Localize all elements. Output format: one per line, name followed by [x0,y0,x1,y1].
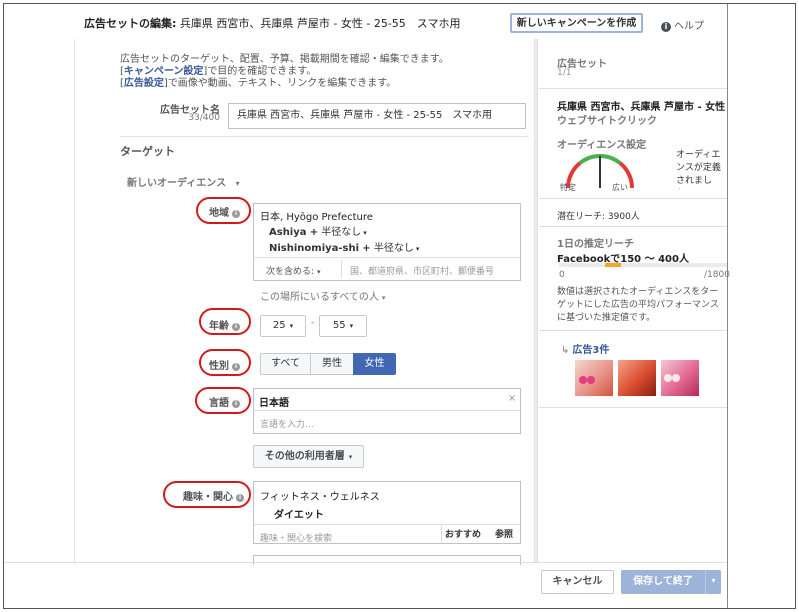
help-label: ヘルプ [674,21,704,32]
description-line1: 広告セットのターゲット、配置、予算、掲載期間を確認・編集できます。 [120,54,449,65]
caret-down-icon: ▾ [289,322,294,330]
daily-reach-bar [559,263,727,267]
age-label: 年齢 i [200,317,240,332]
gender-label: 性別 i [200,357,240,372]
location-country: 日本, Hyōgo Prefecture [260,212,373,223]
suggest-button[interactable]: おすすめ [445,527,481,540]
caret-down-icon: ▾ [349,322,354,330]
info-icon: i [232,400,240,408]
caret-down-icon: ▾ [363,229,367,237]
browse-button[interactable]: 参照 [495,527,513,540]
gauge-left-label: 特定 [560,183,576,192]
ad-thumbnail[interactable] [575,360,613,396]
target-section-title: ターゲット [120,145,175,158]
interest-category: フィットネス・ウェルネス [260,492,380,503]
location-label: 地域 i [200,204,240,219]
info-icon: i [232,363,240,371]
adset-name-count: 33/400 [188,113,220,123]
window-edge [727,4,728,608]
dialog-title-name: 兵庫県 西宮市、兵庫県 芦屋市 - 女性 - 25-55 スマホ用 [179,17,461,30]
caret-down-icon: ▾ [235,179,240,188]
info-icon: i [232,323,240,331]
gauge-right-label: 広い [612,183,628,192]
footer-divider [4,562,727,563]
divider [341,260,342,278]
info-icon: i [661,22,671,32]
language-search-input[interactable]: 言語を入力... [260,417,314,430]
divider [539,88,727,89]
interest-item: ダイエット [274,510,324,521]
description-line2: [キャンペーン設定]で目的を確認できます。 [120,66,317,77]
dialog-title: 広告セットの編集: 兵庫県 西宮市、兵庫県 芦屋市 - 女性 - 25-55 ス… [84,15,460,31]
estimate-note: 数値は選択されたオーディエンスをターゲットにした広告の平均パフォーマンスに基づい… [557,287,719,323]
next-field [253,555,521,565]
interests-label: 趣味・関心 i [168,488,244,503]
location-scope-dropdown[interactable]: この場所にいるすべての人 ▾ [260,288,385,303]
gender-all-button[interactable]: すべて [260,353,311,375]
divider [254,257,520,258]
description-line3: [広告設定]で画像や動画、テキスト、リンクを編集できます。 [120,78,397,89]
age-dash: - [311,318,315,328]
caret-down-icon: ▾ [381,294,386,302]
potential-reach: 潜在リーチ: 3900人 [557,212,640,222]
ad-settings-link[interactable]: 広告設定 [124,78,164,89]
gender-female-button[interactable]: 女性 [353,353,396,375]
adset-summary-name: 兵庫県 西宮市、兵庫県 芦屋市 - 女性 - 25-55 [557,102,727,113]
description: 広告セットのターゲット、配置、予算、掲載期間を確認・編集できます。 [キャンペー… [120,54,449,90]
divider [254,410,520,411]
daily-reach-title: 1日の推定リーチ [557,239,634,250]
adset-name-input[interactable]: 兵庫県 西宮市、兵庫県 芦屋市 - 女性 - 25-55 スマホ用 [228,103,526,129]
daily-reach-max: /1800 [704,270,730,280]
caret-down-icon: ▾ [415,245,420,253]
gender-male-button[interactable]: 男性 [310,353,354,375]
adset-summary-count: 1/1 [557,68,572,78]
save-button[interactable]: 保存して終了 [621,570,705,594]
audience-summary-title: オーディエンス設定 [557,140,647,151]
divider [539,226,727,227]
ad-thumbnail[interactable] [661,360,699,396]
caret-down-icon: ▾ [348,453,353,461]
caret-down-icon: ▾ [317,268,321,276]
divider [539,330,727,331]
divider [120,136,529,137]
daily-reach-bar-fill [605,263,621,267]
location-item[interactable]: Ashiya + 半径なし ▾ [269,223,367,238]
location-item[interactable]: Nishinomiya-shi + 半径なし ▾ [269,239,419,254]
more-demographics-button[interactable]: その他の利用者層 ▾ [253,445,364,468]
interest-search-input[interactable]: 趣味・関心を検索 [260,531,332,544]
audience-description: オーディエンスが定義されました。 [676,150,721,186]
divider [254,524,520,525]
include-dropdown[interactable]: 次を含める: ▾ [266,264,321,277]
divider [441,525,442,543]
save-options-dropdown[interactable]: ▾ [705,570,721,594]
reply-arrow-icon: ↳ [561,345,570,356]
caret-down-icon: ▾ [711,576,716,585]
cancel-button[interactable]: キャンセル [541,570,614,594]
campaign-settings-link[interactable]: キャンペーン設定 [124,66,204,77]
info-icon: i [236,494,244,502]
daily-reach-min: 0 [559,270,565,280]
adset-objective: ウェブサイトクリック [557,116,657,127]
ad-thumbnail[interactable] [618,360,656,396]
new-campaign-button[interactable]: 新しいキャンペーンを作成 [510,13,643,33]
divider [539,407,727,408]
age-min-select[interactable]: 25 ▾ [260,315,306,337]
age-max-select[interactable]: 55 ▾ [319,315,367,337]
divider [539,198,727,199]
help-link[interactable]: i ヘルプ [661,17,704,32]
info-icon: i [232,210,240,218]
location-search-input[interactable]: 国、都道府県、市区町村、郵便番号 [350,264,494,277]
language-label: 言語 i [200,394,240,409]
language-tag: 日本語 [259,398,289,409]
dialog: 広告セットの編集: 兵庫県 西宮市、兵庫県 芦屋市 - 女性 - 25-55 ス… [3,3,796,609]
ads-link[interactable]: ↳ 広告3件 [561,341,609,356]
audience-dropdown[interactable]: 新しいオーディエンス ▾ [127,174,240,189]
close-icon[interactable]: × [508,393,516,404]
dialog-title-prefix: 広告セットの編集: [84,17,177,30]
